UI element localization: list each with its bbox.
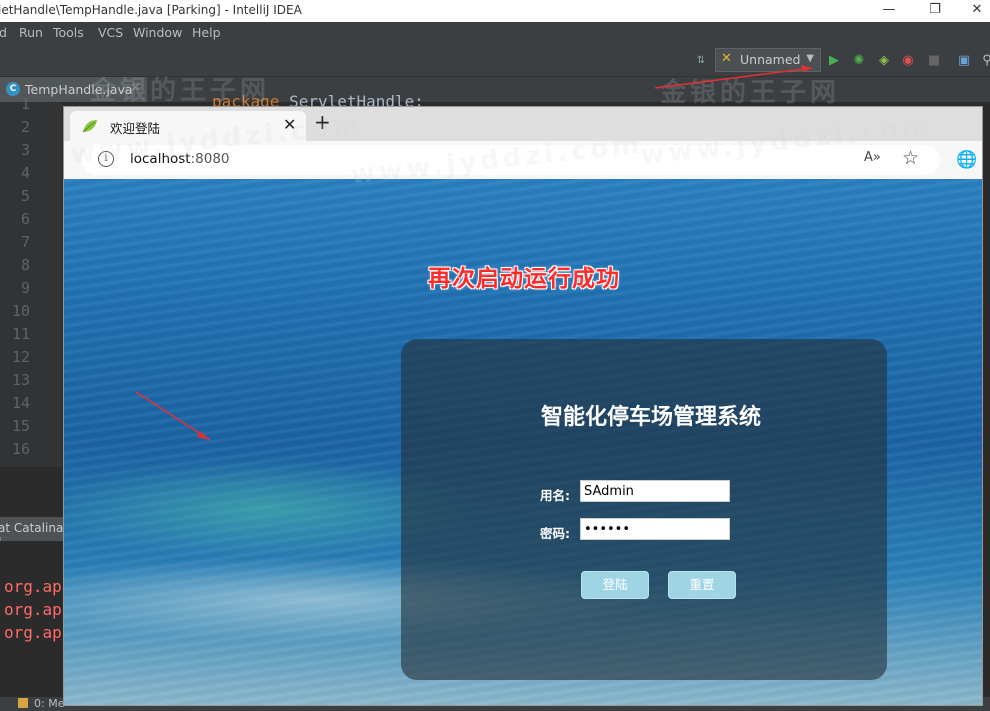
browser-tab[interactable]: 欢迎登陆 ✕ [70,111,306,141]
login-button[interactable]: 登陆 [581,571,649,599]
info-icon[interactable]: i [98,151,114,167]
menu-item-help[interactable]: Help [192,25,221,40]
line-number: 3 [20,141,30,159]
line-number: 9 [20,279,30,297]
console-line: org.ap [4,600,62,619]
tab-label: TempHandle.java [25,82,133,97]
ide-title-bar: letHandle\TempHandle.java [Parking] - In… [0,0,990,22]
line-number: 7 [20,233,30,251]
line-number: 2 [20,118,30,136]
run-icon[interactable]: ▶ [825,52,843,70]
url-field[interactable]: i localhost:8080 A» ☆ [82,145,940,175]
run-config-dropdown[interactable]: ✕ Unnamed ▼ [715,48,821,72]
close-tab-icon[interactable]: ✕ [283,115,296,134]
new-tab-icon[interactable]: + [314,110,331,134]
url-text: localhost:8080 [130,151,230,167]
stop-icon[interactable]: ■ [925,52,943,70]
console-line: org.ap [4,623,62,642]
page-viewport: 再次启动运行成功 智能化停车场管理系统 用名: 密码: 登陆 重置 [64,179,982,705]
menu-item-window[interactable]: Window [133,25,182,40]
address-bar: i localhost:8080 A» ☆ 🌐 [64,141,982,179]
menu-item-tools[interactable]: Tools [53,25,84,40]
read-aloud-icon[interactable]: A» [864,150,881,165]
minimize-icon[interactable]: — [875,2,903,20]
success-headline: 再次启动运行成功 [428,266,620,292]
close-tab-icon[interactable]: ✕ [131,81,140,94]
menu-item-run[interactable]: Run [19,25,43,40]
url-port: :8080 [190,151,230,167]
leaf-icon [82,120,97,133]
chevron-down-icon: ▼ [806,53,814,64]
line-number: 12 [11,348,30,366]
close-window-icon[interactable]: ✕ [963,2,990,20]
run-panel-tab[interactable]: at Catalina L [0,517,70,549]
username-label: 用名: [540,488,570,503]
status-messages-label[interactable]: 0: Me [34,697,64,710]
globe-icon[interactable]: 🌐 [956,150,977,170]
line-number: 16 [11,440,30,458]
run-console: org.ap org.ap org.ap [0,541,70,701]
line-number: 15 [11,417,30,435]
browser-window: 欢迎登陆 ✕ + i localhost:8080 A» ☆ 🌐 再次启动运行成… [64,107,982,705]
line-number: 14 [11,394,30,412]
password-input[interactable] [580,518,730,540]
build-icon[interactable]: ⇅ [692,52,710,70]
line-number: 4 [20,164,30,182]
reset-button[interactable]: 重置 [668,571,736,599]
browser-tab-strip: 欢迎登陆 ✕ + [64,107,982,141]
line-number: 10 [11,302,30,320]
class-icon: C [6,82,20,96]
line-number: 8 [20,256,30,274]
line-number: 11 [11,325,30,343]
ide-window-title: letHandle\TempHandle.java [Parking] - In… [0,3,302,17]
debug-icon[interactable]: ✺ [850,52,868,70]
search-icon[interactable]: ⚲ [978,52,990,70]
line-number: 1 [20,95,30,113]
password-label: 密码: [540,526,570,541]
tomcat-icon: ✕ [721,51,732,66]
line-number-gutter: 1 2 3 4 5 6 7 8 9 10 11 12 13 14 15 16 [0,95,62,467]
menu-item-d[interactable]: d [0,25,7,40]
url-host: localhost [130,151,191,167]
username-input[interactable] [580,480,730,502]
editor-tabs: C TempHandle.java ✕ [0,77,990,102]
run-config-label: Unnamed [740,52,801,67]
system-title: 智能化停车场管理系统 [540,405,761,430]
messages-icon [18,698,28,708]
project-structure-icon[interactable]: ▣ [955,52,973,70]
console-line: org.ap [4,577,62,596]
ide-menu-bar: d Run Tools VCS Window Help [0,22,990,44]
browser-tab-title: 欢迎登陆 [110,121,161,136]
menu-item-vcs[interactable]: VCS [98,25,123,40]
line-number: 6 [20,210,30,228]
login-panel: 智能化停车场管理系统 用名: 密码: 登陆 重置 [401,339,887,680]
line-number: 13 [11,371,30,389]
line-number: 5 [20,187,30,205]
star-icon[interactable]: ☆ [902,147,919,169]
coverage-icon[interactable]: ◈ [875,52,893,70]
profile-icon[interactable]: ◉ [899,52,917,70]
restore-icon[interactable]: ❐ [921,2,949,20]
